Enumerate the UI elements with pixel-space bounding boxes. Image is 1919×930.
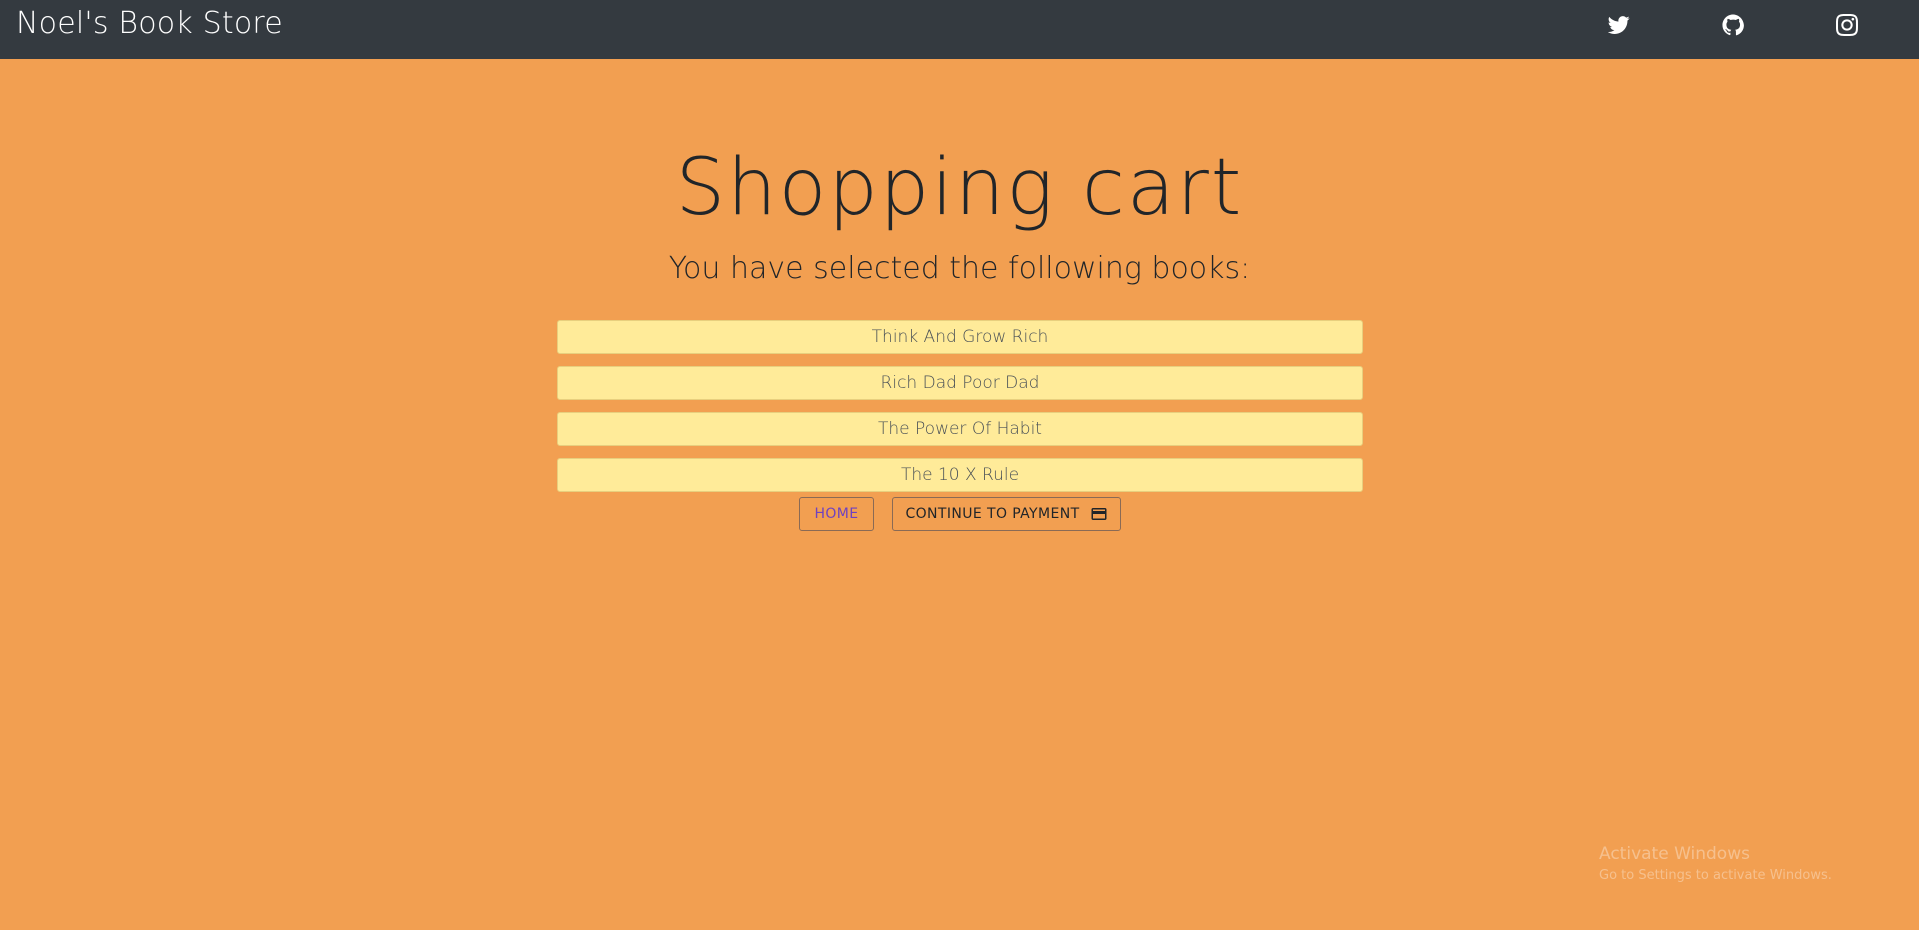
brand-title[interactable]: Noel's Book Store (16, 6, 283, 41)
instagram-link[interactable] (1834, 12, 1860, 38)
twitter-link[interactable] (1606, 12, 1632, 38)
list-item: The 10 X Rule (557, 458, 1363, 492)
github-icon (1722, 14, 1744, 36)
payment-button-label: CONTINUE TO PAYMENT (905, 506, 1080, 522)
twitter-icon (1608, 16, 1630, 34)
github-link[interactable] (1720, 12, 1746, 38)
navbar: Noel's Book Store (0, 0, 1919, 59)
home-button[interactable]: HOME (799, 497, 874, 531)
activate-windows-watermark: Activate Windows Go to Settings to activ… (1599, 843, 1832, 887)
list-item: The Power Of Habit (557, 412, 1363, 446)
instagram-icon (1836, 14, 1858, 36)
credit-card-icon (1091, 508, 1107, 520)
watermark-title: Activate Windows (1599, 844, 1750, 864)
list-item: Rich Dad Poor Dad (557, 366, 1363, 400)
selected-books-list: Think And Grow Rich Rich Dad Poor Dad Th… (557, 320, 1363, 504)
page-subtitle: You have selected the following books: (668, 251, 1251, 286)
list-item: Think And Grow Rich (557, 320, 1363, 354)
continue-to-payment-button[interactable]: CONTINUE TO PAYMENT (892, 497, 1121, 531)
watermark-subtitle: Go to Settings to activate Windows. (1599, 868, 1832, 883)
page-title: Shopping cart (675, 143, 1244, 233)
